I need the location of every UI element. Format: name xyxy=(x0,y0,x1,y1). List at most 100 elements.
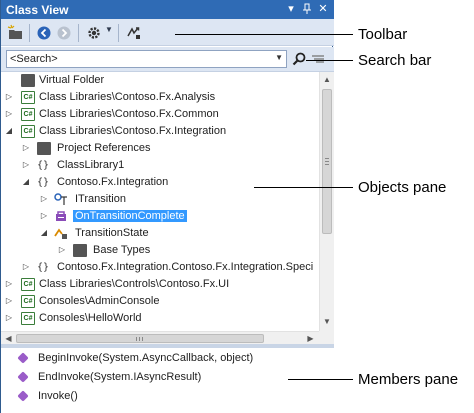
tree-node-label: Class Libraries\Contoso.Fx.Integration xyxy=(39,125,227,137)
collapse-arrow-icon[interactable]: ◢ xyxy=(4,126,14,136)
tree-node-label: Class Libraries\Contoso.Fx.Analysis xyxy=(39,91,216,103)
tree-node-label: Contoso.Fx.Integration.Contoso.Fx.Integr… xyxy=(57,261,314,273)
expand-arrow-icon[interactable]: ▷ xyxy=(39,194,49,204)
tree-node[interactable]: ▷ Project References xyxy=(1,140,319,157)
scroll-down-icon[interactable]: ▼ xyxy=(320,315,334,329)
method-icon xyxy=(17,371,29,383)
method-icon xyxy=(17,390,29,402)
tree-node[interactable]: ▷ {} Contoso.Fx.Integration.Contoso.Fx.I… xyxy=(1,259,319,276)
toolbar-separator xyxy=(29,24,30,42)
folder-icon xyxy=(37,142,51,155)
namespace-icon: {} xyxy=(36,177,50,188)
callout-line-members xyxy=(288,379,353,380)
method-icon xyxy=(17,352,29,364)
callout-search-bar: Search bar xyxy=(358,52,432,69)
grip-icon xyxy=(325,161,329,162)
window-position-dropdown-icon[interactable]: ▾ xyxy=(283,1,299,17)
tree-node[interactable]: ▷ C# Consoles\AdminConsole xyxy=(1,293,319,310)
namespace-icon: {} xyxy=(36,262,50,273)
search-icon[interactable] xyxy=(291,51,307,67)
callout-line-toolbar xyxy=(175,34,353,35)
search-bar: <Search> ▼ xyxy=(1,47,334,72)
csharp-project-icon: C# xyxy=(21,278,35,291)
csharp-project-icon: C# xyxy=(21,312,35,325)
search-input[interactable]: <Search> ▼ xyxy=(6,50,287,68)
tree-node[interactable]: ▷ Base Types xyxy=(1,242,319,259)
tree-node-label: Class Libraries\Controls\Contoso.Fx.UI xyxy=(39,278,230,290)
settings-dropdown-icon[interactable]: ▼ xyxy=(105,25,113,34)
grip-icon xyxy=(325,164,329,165)
tree-node-selected[interactable]: ▷ OnTransitionComplete xyxy=(1,208,319,225)
expand-arrow-icon[interactable]: ▷ xyxy=(21,262,31,272)
csharp-project-icon: C# xyxy=(21,125,35,138)
expand-arrow-icon[interactable]: ▷ xyxy=(21,143,31,153)
enum-icon xyxy=(54,227,68,240)
close-icon[interactable]: ✕ xyxy=(315,1,331,17)
callout-toolbar: Toolbar xyxy=(358,26,408,43)
tree-node-label: Contoso.Fx.Integration xyxy=(57,176,169,188)
scrollbar-corner xyxy=(319,331,334,344)
tree-node[interactable]: ▷ {} ClassLibrary1 xyxy=(1,157,319,174)
interface-icon xyxy=(54,193,68,206)
expand-arrow-icon[interactable]: ▷ xyxy=(4,92,14,102)
tree-node-label: TransitionState xyxy=(75,227,149,239)
folder-icon xyxy=(21,74,35,87)
callout-members-pane: Members pane xyxy=(358,371,459,388)
tree-node[interactable]: ▷ ITransition xyxy=(1,191,319,208)
class-view-panel: Class View ▾ ✕ ▼ <Search> ▼ Virtual Fold… xyxy=(0,0,334,413)
collapse-arrow-icon[interactable]: ◢ xyxy=(39,228,49,238)
expand-arrow-icon[interactable]: ▷ xyxy=(21,160,31,170)
csharp-project-icon: C# xyxy=(21,91,35,104)
member-item[interactable]: BeginInvoke(System.AsyncCallback, object… xyxy=(1,349,334,367)
settings-icon[interactable] xyxy=(85,24,103,42)
tree-node-label: Base Types xyxy=(93,244,151,256)
tree-node[interactable]: Virtual Folder xyxy=(1,72,319,89)
expand-arrow-icon[interactable]: ▷ xyxy=(4,296,14,306)
tree-node[interactable]: ▷ C# Class Libraries\Contoso.Fx.Analysis xyxy=(1,89,319,106)
callout-line-search xyxy=(306,60,353,61)
new-folder-icon[interactable] xyxy=(7,24,25,42)
toolbar-separator xyxy=(118,24,119,42)
tree-node[interactable]: ▷ C# Class Libraries\Controls\Contoso.Fx… xyxy=(1,276,319,293)
tree-node[interactable]: ▷ C# Class Libraries\Contoso.Fx.Common xyxy=(1,106,319,123)
member-item[interactable]: EndInvoke(System.IAsyncResult) xyxy=(1,368,334,386)
sync-icon[interactable] xyxy=(125,24,143,42)
expand-arrow-icon[interactable]: ▷ xyxy=(4,279,14,289)
namespace-icon: {} xyxy=(36,160,50,171)
search-dropdown-icon[interactable]: ▼ xyxy=(275,53,283,62)
toolbar: ▼ xyxy=(1,19,334,46)
scroll-up-icon[interactable]: ▲ xyxy=(320,73,334,87)
csharp-project-icon: C# xyxy=(21,108,35,121)
callout-objects-pane: Objects pane xyxy=(358,179,447,196)
members-pane[interactable]: BeginInvoke(System.AsyncCallback, object… xyxy=(1,348,334,413)
delegate-icon xyxy=(54,210,68,223)
tree-node-label: Consoles\HelloWorld xyxy=(39,312,142,324)
window-title: Class View xyxy=(6,3,69,17)
back-icon[interactable] xyxy=(35,24,53,42)
tree-node[interactable]: ◢ {} Contoso.Fx.Integration xyxy=(1,174,319,191)
horizontal-scroll-thumb[interactable] xyxy=(16,334,264,343)
expand-arrow-icon[interactable]: ▷ xyxy=(4,109,14,119)
expand-arrow-icon[interactable]: ▷ xyxy=(4,313,14,323)
horizontal-scrollbar[interactable]: ◀ ▶ xyxy=(1,331,319,344)
expand-arrow-icon[interactable]: ▷ xyxy=(39,211,49,221)
collapse-arrow-icon[interactable]: ◢ xyxy=(21,177,31,187)
clear-search-icon[interactable] xyxy=(310,51,326,67)
tree-node-label: ITransition xyxy=(75,193,126,205)
vertical-scrollbar[interactable]: ▲ ▼ xyxy=(319,72,334,344)
vertical-scroll-thumb[interactable] xyxy=(322,89,332,234)
tree-node[interactable]: ▷ C# Consoles\HelloWorld xyxy=(1,310,319,327)
forward-icon[interactable] xyxy=(55,24,73,42)
csharp-project-icon: C# xyxy=(21,295,35,308)
member-item[interactable]: Invoke() xyxy=(1,387,334,405)
tree-node[interactable]: ◢ C# Class Libraries\Contoso.Fx.Integrat… xyxy=(1,123,319,140)
expand-arrow-icon[interactable]: ▷ xyxy=(57,245,67,255)
folder-icon xyxy=(73,244,87,257)
toolbar-separator xyxy=(78,24,79,42)
auto-hide-pin-icon[interactable] xyxy=(299,1,315,17)
objects-pane[interactable]: Virtual Folder ▷ C# Class Libraries\Cont… xyxy=(1,72,334,344)
grip-icon xyxy=(325,158,329,159)
search-input-text: <Search> xyxy=(10,53,58,65)
tree-node-label: Class Libraries\Contoso.Fx.Common xyxy=(39,108,219,120)
tree-node[interactable]: ◢ TransitionState xyxy=(1,225,319,242)
